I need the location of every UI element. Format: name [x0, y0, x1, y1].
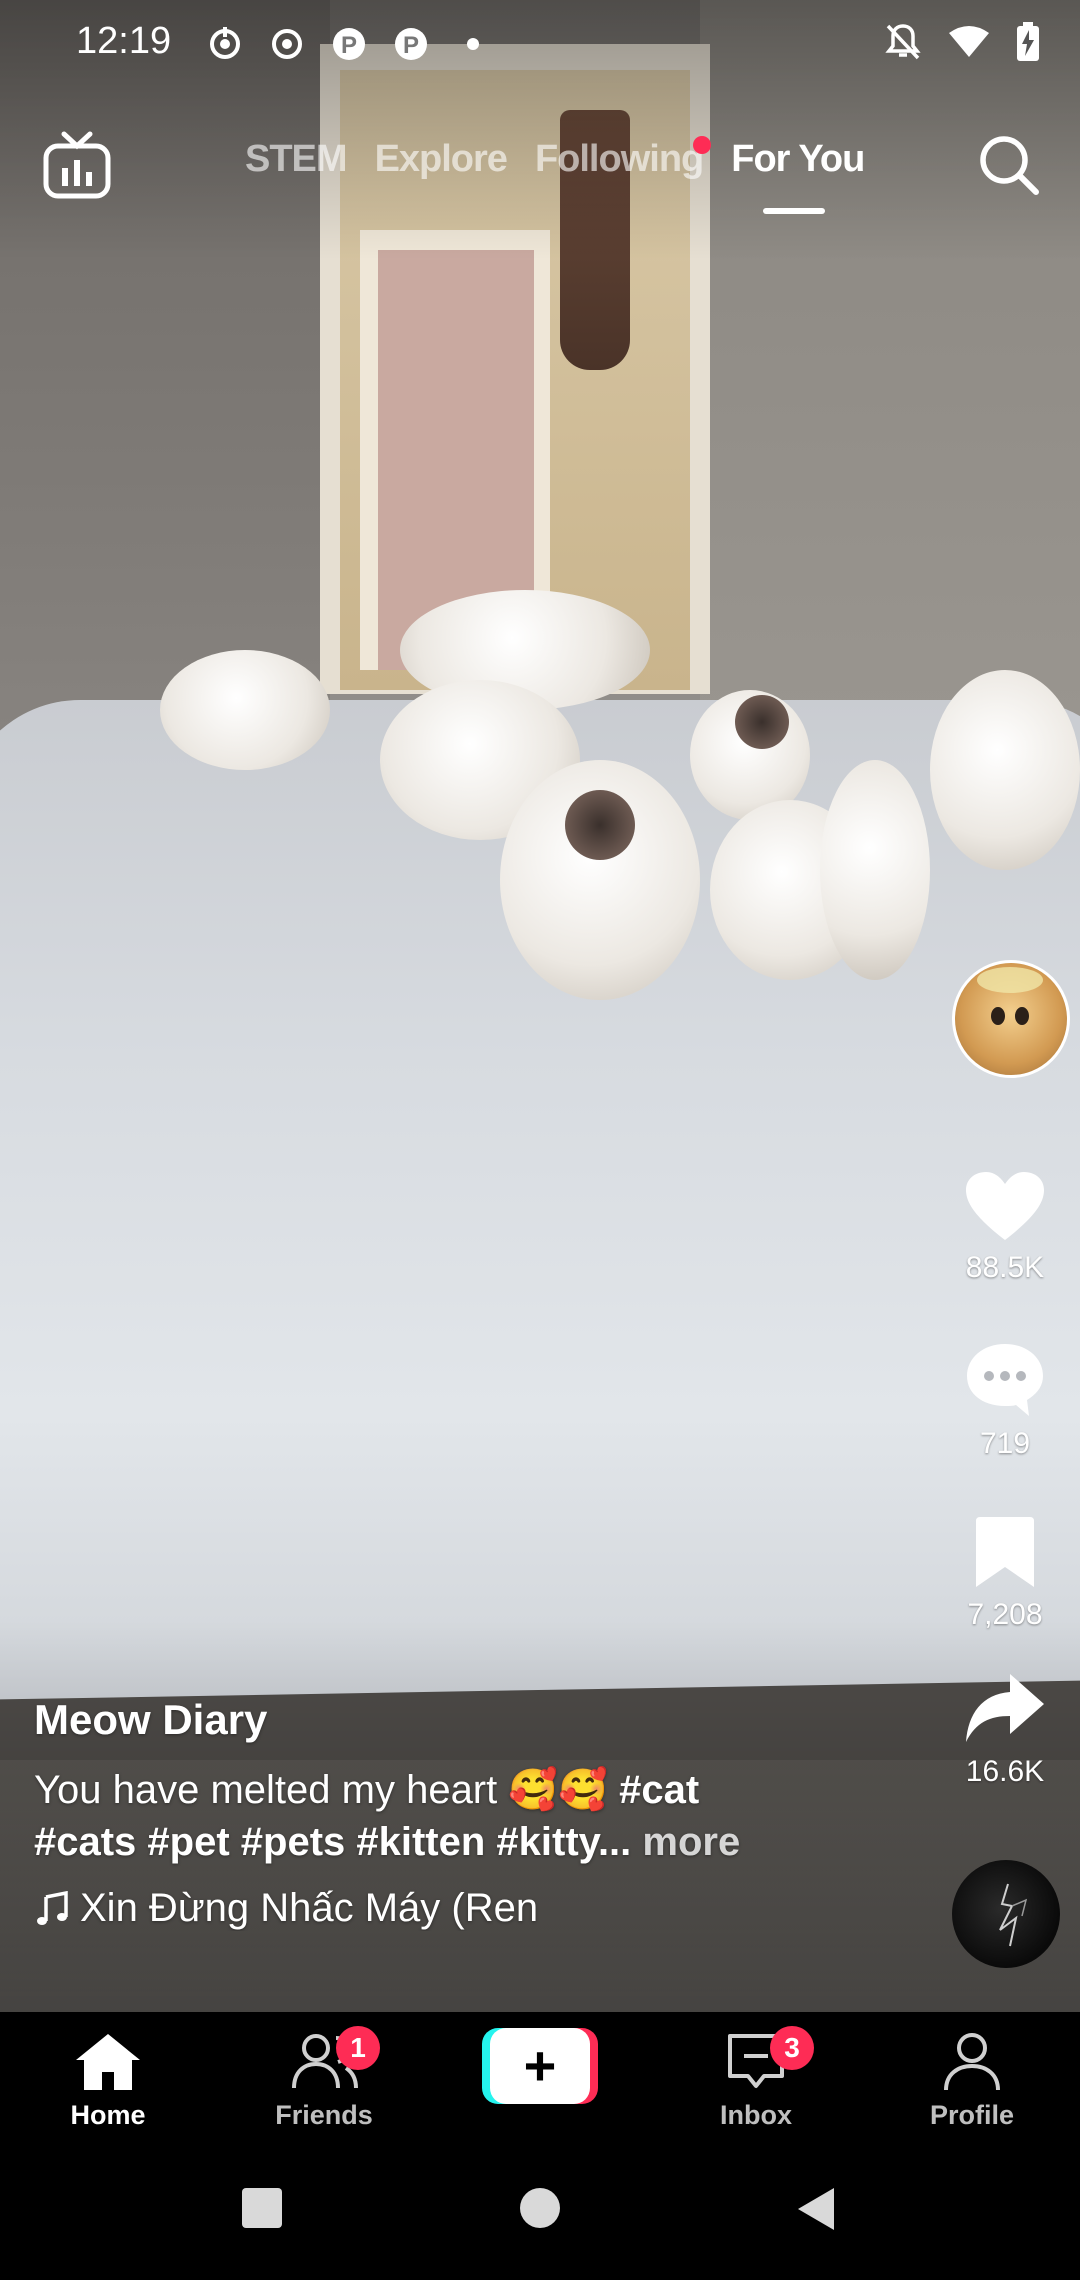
tab-following-label: Following [534, 138, 704, 180]
like-count: 88.5K [965, 1251, 1045, 1284]
tab-for-you-label: For You [731, 138, 865, 180]
tab-following[interactable]: Following [534, 136, 712, 181]
dot-icon [453, 24, 493, 64]
feed-tabs: STEM Explore Following For You [245, 136, 865, 214]
more-link[interactable]: more [642, 1820, 740, 1864]
top-navigation: STEM Explore Following For You [0, 120, 1080, 230]
nav-home[interactable]: Home [0, 2012, 216, 2148]
status-right-icons [884, 22, 1040, 67]
avatar-hat [977, 967, 1043, 993]
nav-profile-label: Profile [929, 2100, 1015, 2130]
video-kitten [820, 760, 930, 980]
status-time: 12:19 [76, 20, 172, 62]
tab-stem[interactable]: STEM [245, 138, 348, 181]
back-button[interactable] [794, 2186, 838, 2237]
nav-profile[interactable]: Profile [864, 2012, 1080, 2148]
share-button[interactable]: 16.6K [930, 1670, 1080, 1789]
save-count: 7,208 [967, 1598, 1043, 1631]
home-icon [76, 2034, 140, 2090]
svg-text:P: P [403, 32, 419, 59]
share-count: 16.6K [965, 1755, 1045, 1788]
recents-button[interactable] [240, 2186, 284, 2235]
video-kitten-face [565, 790, 635, 860]
video-kitten [160, 650, 330, 770]
pinterest-icon: P [391, 24, 431, 64]
heart-icon [966, 1172, 1044, 1240]
save-button[interactable]: 7,208 [930, 1515, 1080, 1632]
search-icon [980, 136, 1039, 195]
circle-icon [520, 2188, 560, 2228]
comment-count: 719 [979, 1427, 1031, 1460]
pinterest-icon: P [329, 24, 369, 64]
bookmark-icon [976, 1517, 1034, 1587]
record-icon [267, 24, 307, 64]
status-bar: 12:19 P P [0, 0, 1080, 86]
home-system-button[interactable] [518, 2186, 562, 2235]
music-title: Xin Đừng Nhấc Máy (Ren [80, 1886, 539, 1930]
video-kitten-face [735, 695, 789, 749]
system-navigation [0, 2148, 1080, 2280]
profile-icon [944, 2033, 1000, 2091]
music-note-icon [37, 1890, 68, 1925]
status-left-icons: P P [205, 24, 493, 64]
notification-dot [693, 136, 712, 154]
live-tv-icon [43, 131, 111, 199]
hashtag-line2[interactable]: #cats #pet #pets #kitten #kitty... [34, 1820, 631, 1864]
nav-inbox[interactable]: 3 Inbox [648, 2012, 864, 2148]
active-tab-indicator [763, 208, 826, 214]
music-disc[interactable] [952, 1860, 1060, 1968]
comment-icon [967, 1344, 1043, 1416]
avatar-eye [1015, 1007, 1029, 1025]
mute-icon [884, 22, 922, 67]
nav-friends-label: Friends [275, 2100, 373, 2130]
share-icon [966, 1674, 1044, 1742]
inbox-badge: 3 [770, 2026, 814, 2070]
comment-button[interactable]: 719 [930, 1340, 1080, 1461]
avatar-eye [991, 1007, 1005, 1025]
bottom-navigation: Home 1 Friends + 3 Inbox Profile [0, 2012, 1080, 2148]
nav-friends[interactable]: 1 Friends [216, 2012, 432, 2148]
tab-explore[interactable]: Explore [375, 138, 508, 181]
battery-charging-icon [1016, 22, 1040, 67]
creator-avatar[interactable] [952, 960, 1070, 1078]
nav-home-label: Home [70, 2100, 146, 2130]
post-caption: Meow Diary You have melted my heart 🥰🥰 #… [34, 1696, 834, 1931]
create-button[interactable]: + [482, 2028, 598, 2104]
hashtag-line1[interactable]: #cat [619, 1768, 699, 1812]
music-info[interactable]: Xin Đừng Nhấc Máy (Ren [34, 1886, 554, 1931]
description-text: You have melted my heart 🥰🥰 [34, 1768, 608, 1812]
tab-for-you[interactable]: For You [731, 138, 865, 214]
like-button[interactable]: 88.5K [930, 1170, 1080, 1285]
video-kitten [930, 670, 1080, 870]
author-name[interactable]: Meow Diary [34, 1696, 834, 1744]
friends-badge: 1 [336, 2026, 380, 2070]
ring-progress-icon [205, 24, 245, 64]
lightning-icon [999, 1883, 1028, 1947]
back-triangle-icon [798, 2188, 834, 2230]
square-icon [242, 2188, 282, 2228]
nav-inbox-label: Inbox [720, 2100, 792, 2130]
post-description[interactable]: You have melted my heart 🥰🥰 #cat #cats #… [34, 1764, 834, 1868]
svg-text:P: P [341, 32, 357, 59]
live-tv-button[interactable] [42, 130, 112, 200]
search-button[interactable] [976, 132, 1042, 198]
wifi-icon [948, 25, 990, 64]
plus-icon: + [490, 2028, 590, 2104]
